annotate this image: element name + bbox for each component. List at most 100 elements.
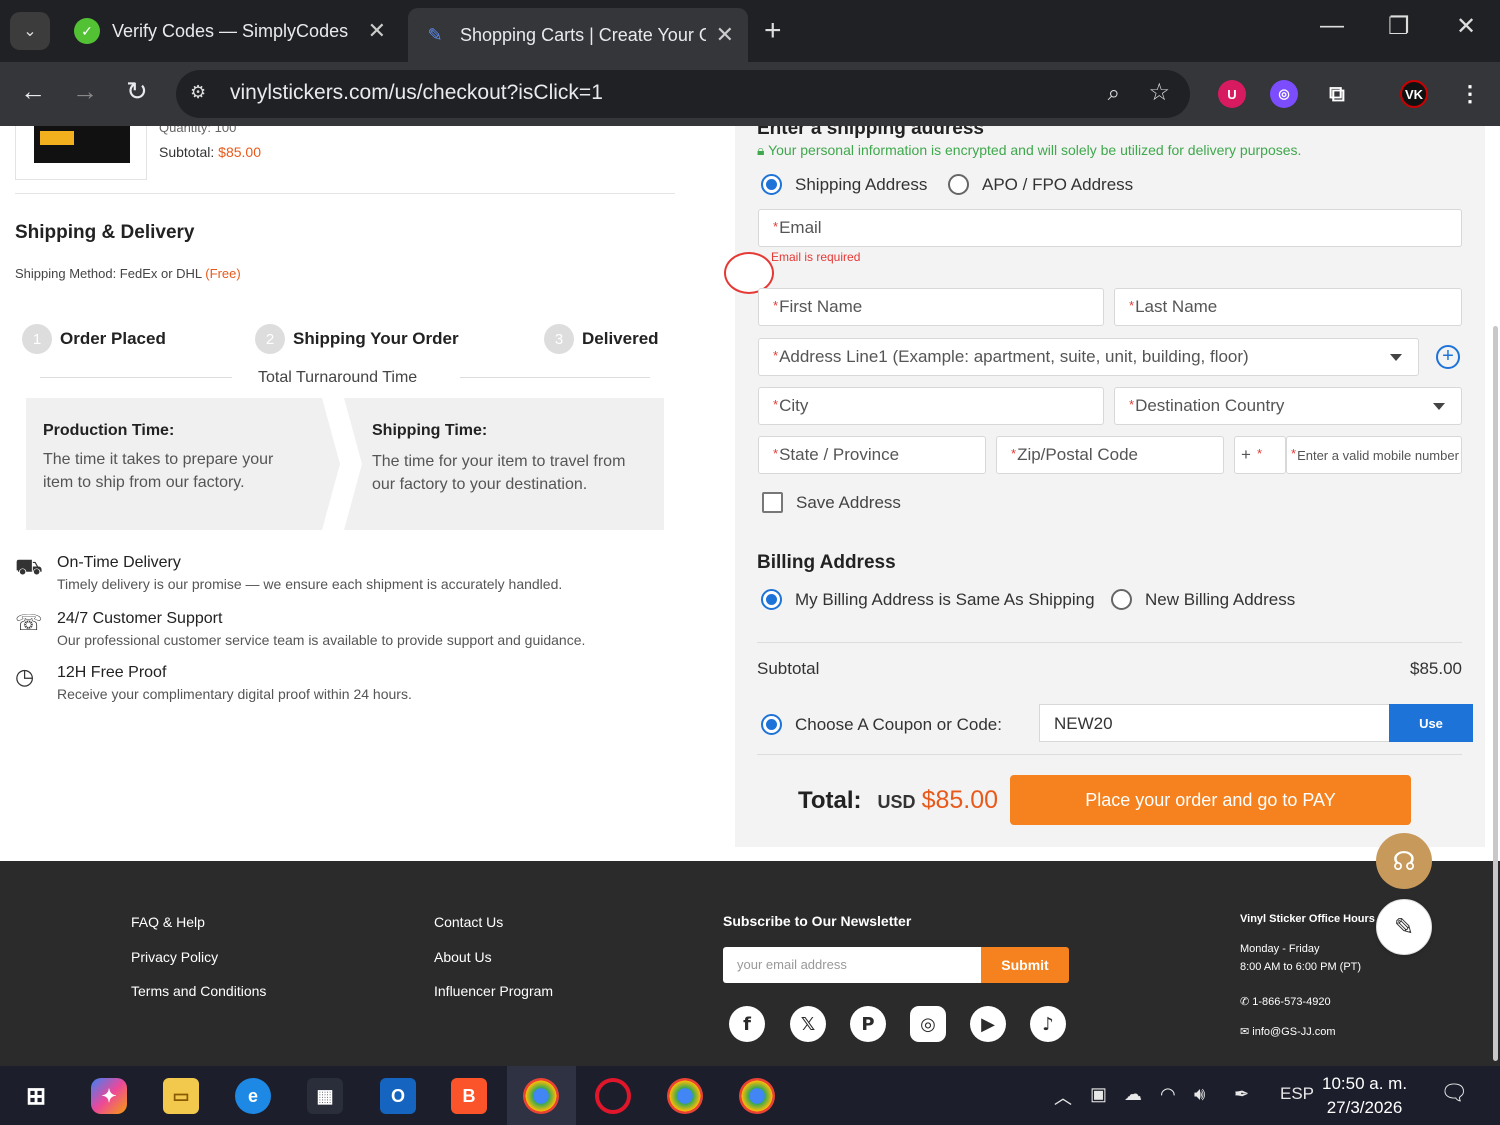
zoom-icon[interactable]: ⌕ [1108, 80, 1120, 106]
chrome-profile-3-icon[interactable] [739, 1078, 775, 1114]
volume-icon[interactable]: 🔊︎ [1194, 1084, 1205, 1105]
newsletter-email-input[interactable]: your email address [723, 947, 981, 983]
pinterest-icon[interactable]: P [850, 1006, 886, 1042]
feature-desc: Receive your complimentary digital proof… [57, 686, 412, 702]
outlook-icon[interactable]: O [380, 1078, 416, 1114]
facebook-icon[interactable]: f [729, 1006, 765, 1042]
close-window-button[interactable]: ✕ [1456, 12, 1476, 41]
menu-kebab-icon[interactable]: ⋮ [1456, 80, 1484, 108]
add-address-line-icon[interactable]: + [1436, 345, 1460, 369]
phone-field[interactable]: * Enter a valid mobile number [1286, 436, 1462, 474]
meet-icon[interactable]: ▣ [1090, 1084, 1107, 1105]
state-field[interactable]: * State / Province [758, 436, 986, 474]
step-label: Shipping Your Order [293, 329, 459, 348]
city-field[interactable]: * City [758, 387, 1104, 425]
close-tab-icon[interactable]: ✕ [368, 18, 386, 44]
windows-start-icon[interactable]: ⊞ [18, 1078, 54, 1114]
footer-link-faq[interactable]: FAQ & Help [131, 914, 205, 930]
coupon-code-input[interactable]: NEW20 [1039, 704, 1391, 742]
restore-button[interactable]: ❐ [1388, 12, 1410, 41]
shipping-method: Shipping Method: FedEx or DHL (Free) [15, 266, 241, 281]
use-coupon-button[interactable]: Use [1389, 704, 1473, 742]
last-name-field[interactable]: * Last Name [1114, 288, 1462, 326]
newsletter-submit-button[interactable]: Submit [981, 947, 1069, 983]
minimize-button[interactable]: — [1320, 12, 1344, 40]
notifications-icon[interactable]: 🗨︎ [1440, 1080, 1468, 1106]
phone-prefix-field[interactable]: + * [1234, 436, 1286, 474]
instagram-icon[interactable]: ◎ [910, 1006, 946, 1042]
turnaround-label: Total Turnaround Time [258, 369, 418, 386]
x-icon[interactable]: 𝕏 [790, 1006, 826, 1042]
newsletter-title: Subscribe to Our Newsletter [723, 913, 912, 929]
first-name-field[interactable]: * First Name [758, 288, 1104, 326]
page-scrollbar[interactable] [1493, 326, 1498, 1061]
wifi-icon[interactable]: ◠ [1160, 1084, 1176, 1105]
reload-icon[interactable]: ↻ [126, 76, 148, 107]
pen-tray-icon[interactable]: ✒ [1234, 1084, 1249, 1105]
required-asterisk: * [773, 298, 779, 313]
chrome-profile-2-icon[interactable] [667, 1078, 703, 1114]
footer-link-influencer[interactable]: Influencer Program [434, 983, 553, 999]
tab-search-button[interactable]: ⌄ [10, 12, 50, 50]
email-field[interactable]: * Email [758, 209, 1462, 247]
copilot-icon[interactable]: ✦ [91, 1078, 127, 1114]
radio-billing-same[interactable]: My Billing Address is Same As Shipping [761, 589, 1095, 610]
save-address-checkbox[interactable]: Save Address [762, 492, 901, 513]
file-explorer-icon[interactable]: ▭ [163, 1078, 199, 1114]
system-clock[interactable]: 10:50 a. m. 27/3/2026 [1322, 1072, 1407, 1120]
forward-arrow-icon[interactable]: → [72, 76, 98, 107]
store-icon[interactable]: ▦ [307, 1078, 343, 1114]
bookmark-star-icon[interactable]: ☆ [1148, 78, 1170, 107]
chevron-separator [322, 398, 362, 530]
radio-label: My Billing Address is Same As Shipping [795, 589, 1095, 609]
edge-icon[interactable]: e [235, 1078, 271, 1114]
subtotal-value: $85.00 [218, 144, 261, 160]
footer-link-contact[interactable]: Contact Us [434, 914, 503, 930]
brave-icon[interactable]: B [451, 1078, 487, 1114]
puzzle-extension-icon[interactable]: ⧉ [1323, 80, 1351, 108]
close-tab-icon[interactable]: ✕ [716, 22, 734, 48]
product-image [34, 126, 130, 163]
radio-label: Shipping Address [795, 174, 928, 194]
office-phone[interactable]: ✆ 1-866-573-4920 [1240, 995, 1331, 1008]
shield-extension-icon[interactable]: U [1218, 80, 1246, 108]
address-line1-field[interactable]: * Address Line1 (Example: apartment, sui… [758, 338, 1419, 376]
back-arrow-icon[interactable]: ← [20, 76, 46, 107]
radio-billing-new[interactable]: New Billing Address [1111, 589, 1295, 610]
headset-support-icon[interactable]: ☊ [1376, 833, 1432, 889]
tiktok-icon[interactable]: ♪ [1030, 1006, 1066, 1042]
tab-simplycodes[interactable]: ✓ Verify Codes — SimplyCodes ✕ [60, 8, 400, 54]
site-settings-icon[interactable]: ⚙ [190, 82, 206, 103]
support-24-icon: ☏ [15, 610, 43, 635]
tab-shopping-carts[interactable]: ✎ Shopping Carts | Create Your O ✕ [408, 8, 748, 62]
radio-shipping-address[interactable]: Shipping Address [761, 174, 927, 195]
total-value: $85.00 [921, 786, 999, 814]
new-tab-button[interactable]: + [764, 14, 782, 48]
zip-field[interactable]: * Zip/Postal Code [996, 436, 1224, 474]
mail-icon: ✉ [1240, 1026, 1250, 1038]
destination-country-select[interactable]: * Destination Country [1114, 387, 1462, 425]
purple-extension-icon[interactable]: ◎ [1270, 80, 1298, 108]
radio-apo-fpo-address[interactable]: APO / FPO Address [948, 174, 1133, 195]
url-text[interactable]: vinylstickers.com/us/checkout?isClick=1 [230, 81, 603, 105]
subtotal-label: Subtotal: [159, 144, 215, 160]
chrome-vk-icon[interactable] [523, 1078, 559, 1114]
opera-icon[interactable] [595, 1078, 631, 1114]
onedrive-icon[interactable]: ☁ [1124, 1084, 1142, 1105]
product-quantity: Quantity: 100 [159, 126, 237, 135]
clock-time: 10:50 a. m. [1322, 1074, 1408, 1093]
language-indicator[interactable]: ESP [1280, 1084, 1314, 1104]
chat-bubble-icon[interactable]: ✎ [1376, 899, 1432, 955]
radio-choose-coupon[interactable]: Choose A Coupon or Code: [761, 714, 1002, 735]
footer-link-about[interactable]: About Us [434, 949, 492, 965]
youtube-icon[interactable]: ▶ [970, 1006, 1006, 1042]
vk-extension-icon[interactable]: VK [1400, 80, 1428, 108]
tray-chevron-up-icon[interactable]: ︿ [1054, 1084, 1072, 1110]
office-email[interactable]: ✉ info@GS-JJ.com [1240, 1025, 1336, 1038]
email-text: info@GS-JJ.com [1252, 1026, 1336, 1038]
office-hours: 8:00 AM to 6:00 PM (PT) [1240, 961, 1362, 973]
footer-link-terms[interactable]: Terms and Conditions [131, 983, 266, 999]
omnibox[interactable]: ⚙ vinylstickers.com/us/checkout?isClick=… [176, 70, 1190, 118]
footer-link-privacy[interactable]: Privacy Policy [131, 949, 218, 965]
place-order-button[interactable]: Place your order and go to PAY [1010, 775, 1411, 825]
